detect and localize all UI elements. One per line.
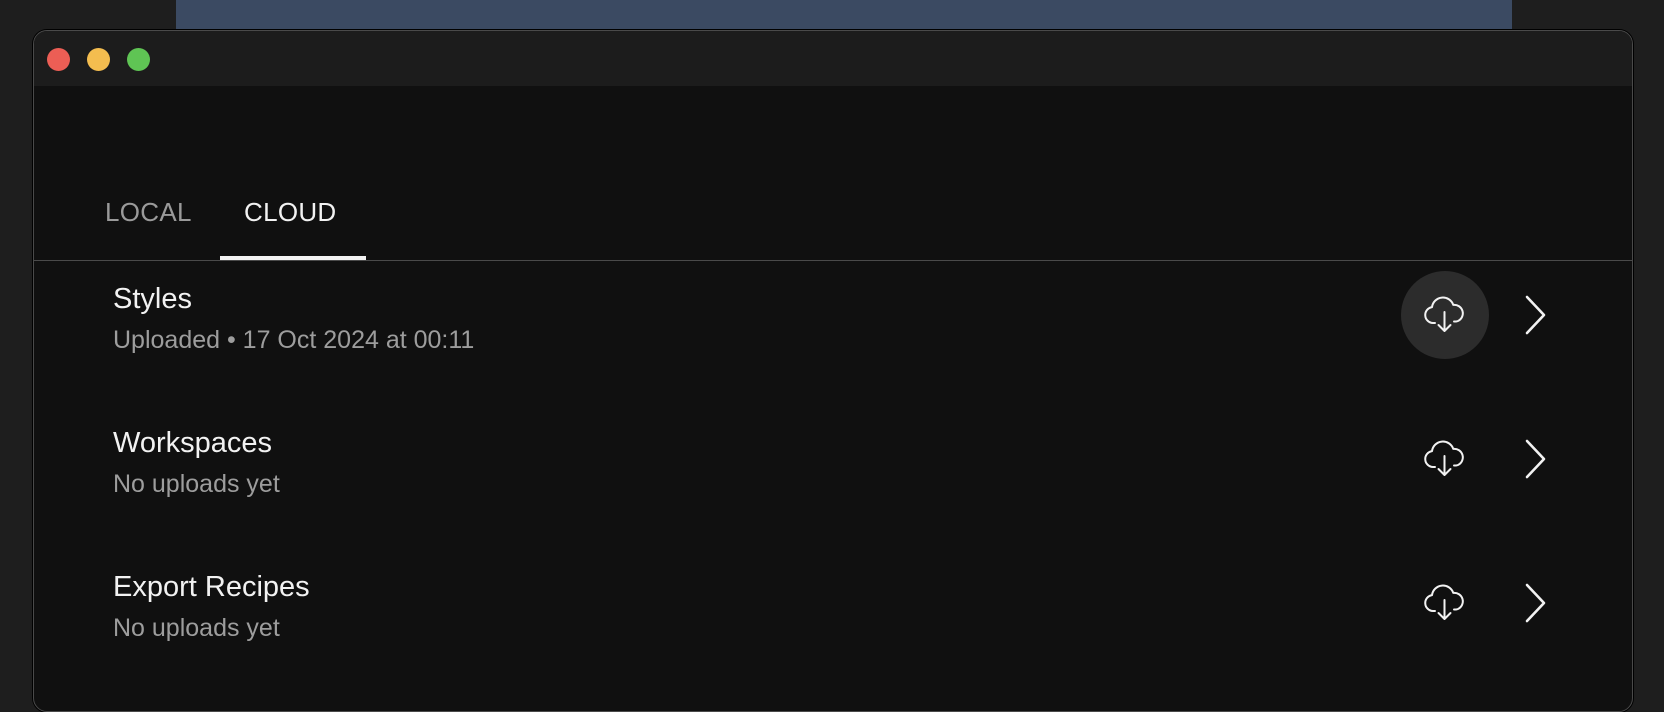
cloud-download-button[interactable] [1401, 559, 1489, 647]
item-status: Uploaded • 17 Oct 2024 at 00:11 [113, 326, 475, 354]
cloud-download-icon [1424, 296, 1464, 332]
item-status: No uploads yet [113, 470, 280, 498]
item-title: Export Recipes [113, 571, 310, 603]
title-bar [34, 31, 1632, 86]
maximize-window-button[interactable] [127, 48, 150, 71]
row-open-button[interactable] [1517, 581, 1553, 625]
cloud-download-button[interactable] [1401, 271, 1489, 359]
list-item-workspaces[interactable]: Workspaces No uploads yet [34, 427, 1632, 567]
list-item-export-recipes[interactable]: Export Recipes No uploads yet [34, 571, 1632, 711]
list-item-styles[interactable]: Styles Uploaded • 17 Oct 2024 at 00:11 [34, 271, 1632, 423]
active-tab-indicator [220, 256, 366, 260]
item-title: Styles [113, 283, 192, 315]
chevron-right-icon [1525, 439, 1546, 479]
close-window-button[interactable] [47, 48, 70, 71]
cloud-download-icon [1424, 440, 1464, 476]
item-title: Workspaces [113, 427, 273, 459]
chevron-right-icon [1525, 583, 1546, 623]
cloud-download-icon [1424, 584, 1464, 620]
tab-local[interactable]: LOCAL [105, 197, 192, 228]
row-open-button[interactable] [1517, 437, 1553, 481]
chevron-right-icon [1525, 295, 1546, 335]
minimize-window-button[interactable] [87, 48, 110, 71]
tab-cloud[interactable]: CLOUD [244, 197, 337, 228]
item-status: No uploads yet [113, 614, 280, 642]
sync-window: LOCAL CLOUD Styles Uploaded • 17 Oct 202… [33, 30, 1633, 712]
cloud-download-button[interactable] [1401, 415, 1489, 503]
row-open-button[interactable] [1517, 293, 1553, 337]
tab-bar: LOCAL CLOUD [34, 86, 1632, 261]
